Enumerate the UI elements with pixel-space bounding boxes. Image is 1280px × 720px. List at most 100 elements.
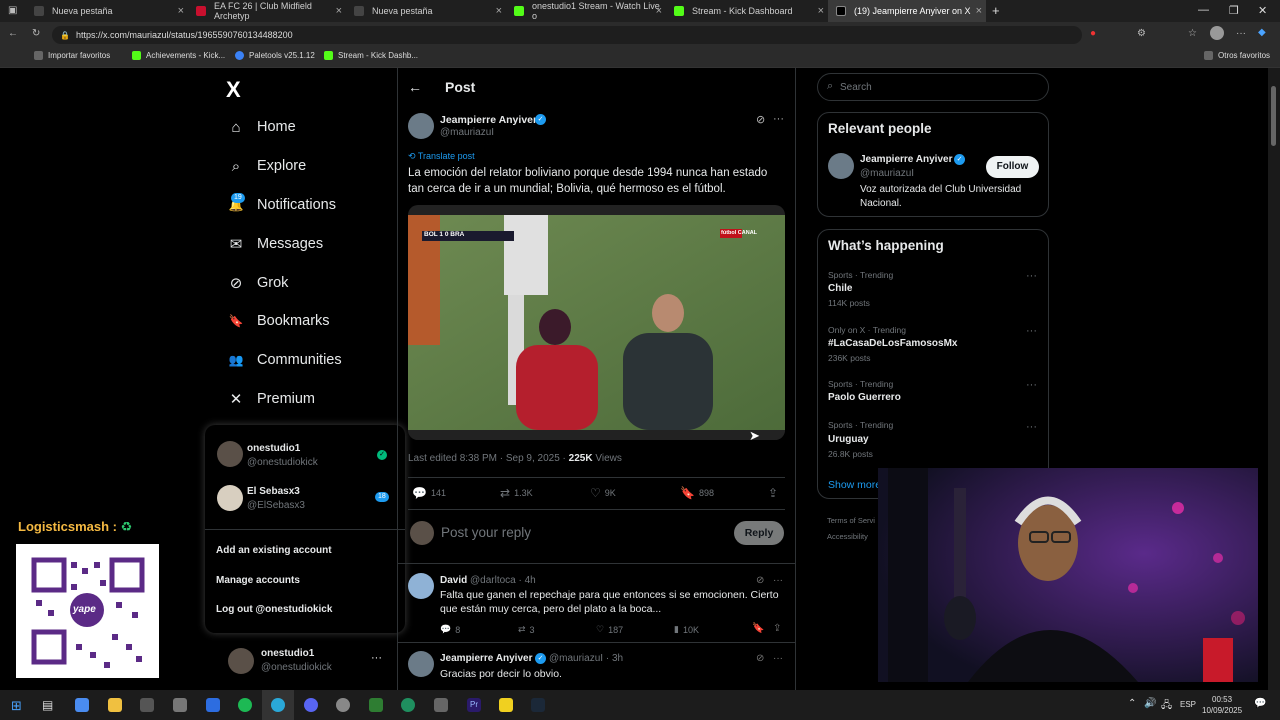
nav-explore[interactable]: ⌕ Explore: [226, 152, 306, 180]
store-icon[interactable]: [140, 698, 154, 712]
reply-author[interactable]: David: [440, 575, 467, 586]
trend-title[interactable]: Chile: [828, 283, 852, 294]
manage-accounts-button[interactable]: Manage accounts: [216, 575, 300, 586]
more-icon[interactable]: ···: [1026, 421, 1037, 433]
steam-icon[interactable]: [531, 698, 545, 712]
bookmark-kick-dashboard[interactable]: Stream - Kick Dashb...: [324, 51, 418, 60]
back-icon[interactable]: ←: [8, 28, 18, 39]
nav-bookmarks[interactable]: 🔖 Bookmarks: [226, 307, 330, 335]
bookmark-other[interactable]: Otros favoritos: [1204, 51, 1270, 60]
extensions-icon[interactable]: ⚙: [1137, 28, 1146, 39]
app-icon[interactable]: [369, 698, 383, 712]
notification-center-icon[interactable]: 💬: [1254, 698, 1266, 709]
post-video[interactable]: BOL 1 0 BRA fútbol CANAL: [408, 205, 785, 440]
app-icon[interactable]: [499, 698, 513, 712]
site-info-icon[interactable]: 🔒: [60, 31, 70, 40]
close-icon[interactable]: ×: [496, 5, 502, 17]
obs-icon[interactable]: [336, 698, 350, 712]
copilot-icon[interactable]: ◆: [1258, 27, 1266, 38]
minimize-icon[interactable]: —: [1198, 4, 1209, 16]
tab-4[interactable]: onestudio1 Stream - Watch Live o ×: [506, 0, 666, 22]
person-avatar[interactable]: [828, 153, 854, 179]
refresh-icon[interactable]: ↻: [32, 28, 40, 39]
reply-action[interactable]: 💬 141: [412, 486, 446, 500]
person-name[interactable]: Jeampierre Anyiver: [860, 154, 952, 165]
reply-input[interactable]: Post your reply: [441, 525, 531, 540]
favorites-icon[interactable]: ☆: [1188, 28, 1197, 39]
author-handle[interactable]: @mauriazuI: [440, 127, 494, 138]
xbox-icon[interactable]: [401, 698, 415, 712]
file-explorer-icon[interactable]: [108, 698, 122, 712]
nav-home[interactable]: ⌂ Home: [226, 113, 295, 141]
extension-icon[interactable]: ●: [1090, 28, 1096, 39]
tab-2[interactable]: EA FC 26 | Club Midfield Archetyp ×: [188, 0, 346, 22]
tab-6-active[interactable]: (19) Jeampierre Anyiver on X ×: [828, 0, 986, 22]
bookmark-action[interactable]: 🔖 898: [680, 486, 714, 500]
network-icon[interactable]: 🖧: [1161, 698, 1172, 715]
task-view-icon[interactable]: ▤: [42, 698, 53, 712]
edge-icon[interactable]: [271, 698, 285, 712]
edited-timestamp[interactable]: Last edited 8:38 PM · Sep 9, 2025 ·: [408, 453, 566, 464]
accessibility-link[interactable]: Accessibility: [827, 532, 868, 541]
reply-avatar[interactable]: [408, 651, 434, 677]
share-action[interactable]: ⇪: [768, 486, 778, 500]
close-icon[interactable]: ×: [976, 5, 982, 17]
nav-messages[interactable]: ✉ Messages: [226, 230, 323, 258]
more-icon[interactable]: ···: [773, 653, 783, 664]
reply-handle[interactable]: @darltoca · 4h: [470, 575, 536, 586]
x-logo[interactable]: X: [226, 77, 241, 103]
close-icon[interactable]: ×: [656, 5, 662, 17]
translate-link[interactable]: ⟲ Translate post: [408, 151, 475, 162]
nav-grok[interactable]: ⊘ Grok: [226, 269, 289, 297]
avatar[interactable]: [217, 485, 243, 511]
author-avatar[interactable]: [408, 113, 434, 139]
follow-button[interactable]: Follow: [986, 156, 1039, 178]
more-icon[interactable]: ···: [1026, 325, 1037, 337]
share-icon[interactable]: ⇪: [773, 623, 781, 634]
more-icon[interactable]: ···: [773, 575, 783, 586]
grok-icon[interactable]: ⊘: [756, 653, 764, 664]
add-account-button[interactable]: Add an existing account: [216, 545, 332, 556]
language-indicator[interactable]: ESP: [1180, 700, 1196, 709]
terms-link[interactable]: Terms of Servi: [827, 516, 875, 525]
search-input[interactable]: ⌕ Search: [817, 73, 1049, 101]
profile-avatar[interactable]: [1210, 26, 1224, 40]
url-field[interactable]: https://x.com/mauriazul/status/196559076…: [52, 26, 1082, 44]
new-tab-button[interactable]: +: [992, 3, 1000, 18]
premiere-icon[interactable]: Pr: [467, 698, 481, 712]
grok-icon[interactable]: ⊘: [756, 575, 764, 586]
speaker-icon[interactable]: 🔊: [1144, 698, 1156, 709]
copilot-icon[interactable]: [75, 698, 89, 712]
reply-avatar[interactable]: [408, 573, 434, 599]
show-more-link[interactable]: Show more: [828, 479, 881, 491]
current-user-name[interactable]: onestudio1: [261, 648, 314, 659]
reply-handle[interactable]: @mauriazuI · 3h: [549, 653, 623, 664]
tray-chevron-icon[interactable]: ⌃: [1128, 698, 1136, 709]
tab-5[interactable]: Stream - Kick Dashboard ×: [666, 0, 828, 22]
repost-action[interactable]: ⇄ 1.3K: [500, 486, 533, 500]
maximize-icon[interactable]: ❐: [1229, 4, 1239, 17]
scrollbar-thumb[interactable]: [1271, 86, 1276, 146]
reply-action[interactable]: 💬 8: [440, 624, 460, 635]
nav-communities[interactable]: 👥 Communities: [226, 346, 342, 374]
discord-icon[interactable]: [304, 698, 318, 712]
like-action[interactable]: ♡ 9K: [590, 486, 616, 500]
trend-title[interactable]: Paolo Guerrero: [828, 392, 901, 403]
logout-button[interactable]: Log out @onestudiokick: [216, 604, 332, 615]
tab-3[interactable]: Nueva pestaña ×: [346, 0, 506, 22]
more-icon[interactable]: ···: [1026, 379, 1037, 391]
bookmark-import[interactable]: Importar favoritos: [34, 51, 110, 60]
close-window-icon[interactable]: ✕: [1258, 4, 1267, 17]
bookmark-icon[interactable]: 🔖: [752, 623, 764, 634]
reply-author[interactable]: Jeampierre Anyiver: [440, 653, 532, 664]
more-icon[interactable]: ···: [773, 113, 784, 125]
tab-1[interactable]: Nueva pestaña ×: [26, 0, 188, 22]
nav-premium[interactable]: ✕ Premium: [226, 385, 315, 413]
app-icon[interactable]: [206, 698, 220, 712]
reply-button[interactable]: Reply: [734, 521, 784, 545]
clock-time[interactable]: 00:53: [1212, 695, 1232, 704]
repost-action[interactable]: ⇄ 3: [518, 624, 535, 635]
trend-title[interactable]: #LaCasaDeLosFamososMx: [828, 338, 958, 349]
close-icon[interactable]: ×: [178, 5, 184, 17]
page-scrollbar[interactable]: [1268, 68, 1280, 690]
